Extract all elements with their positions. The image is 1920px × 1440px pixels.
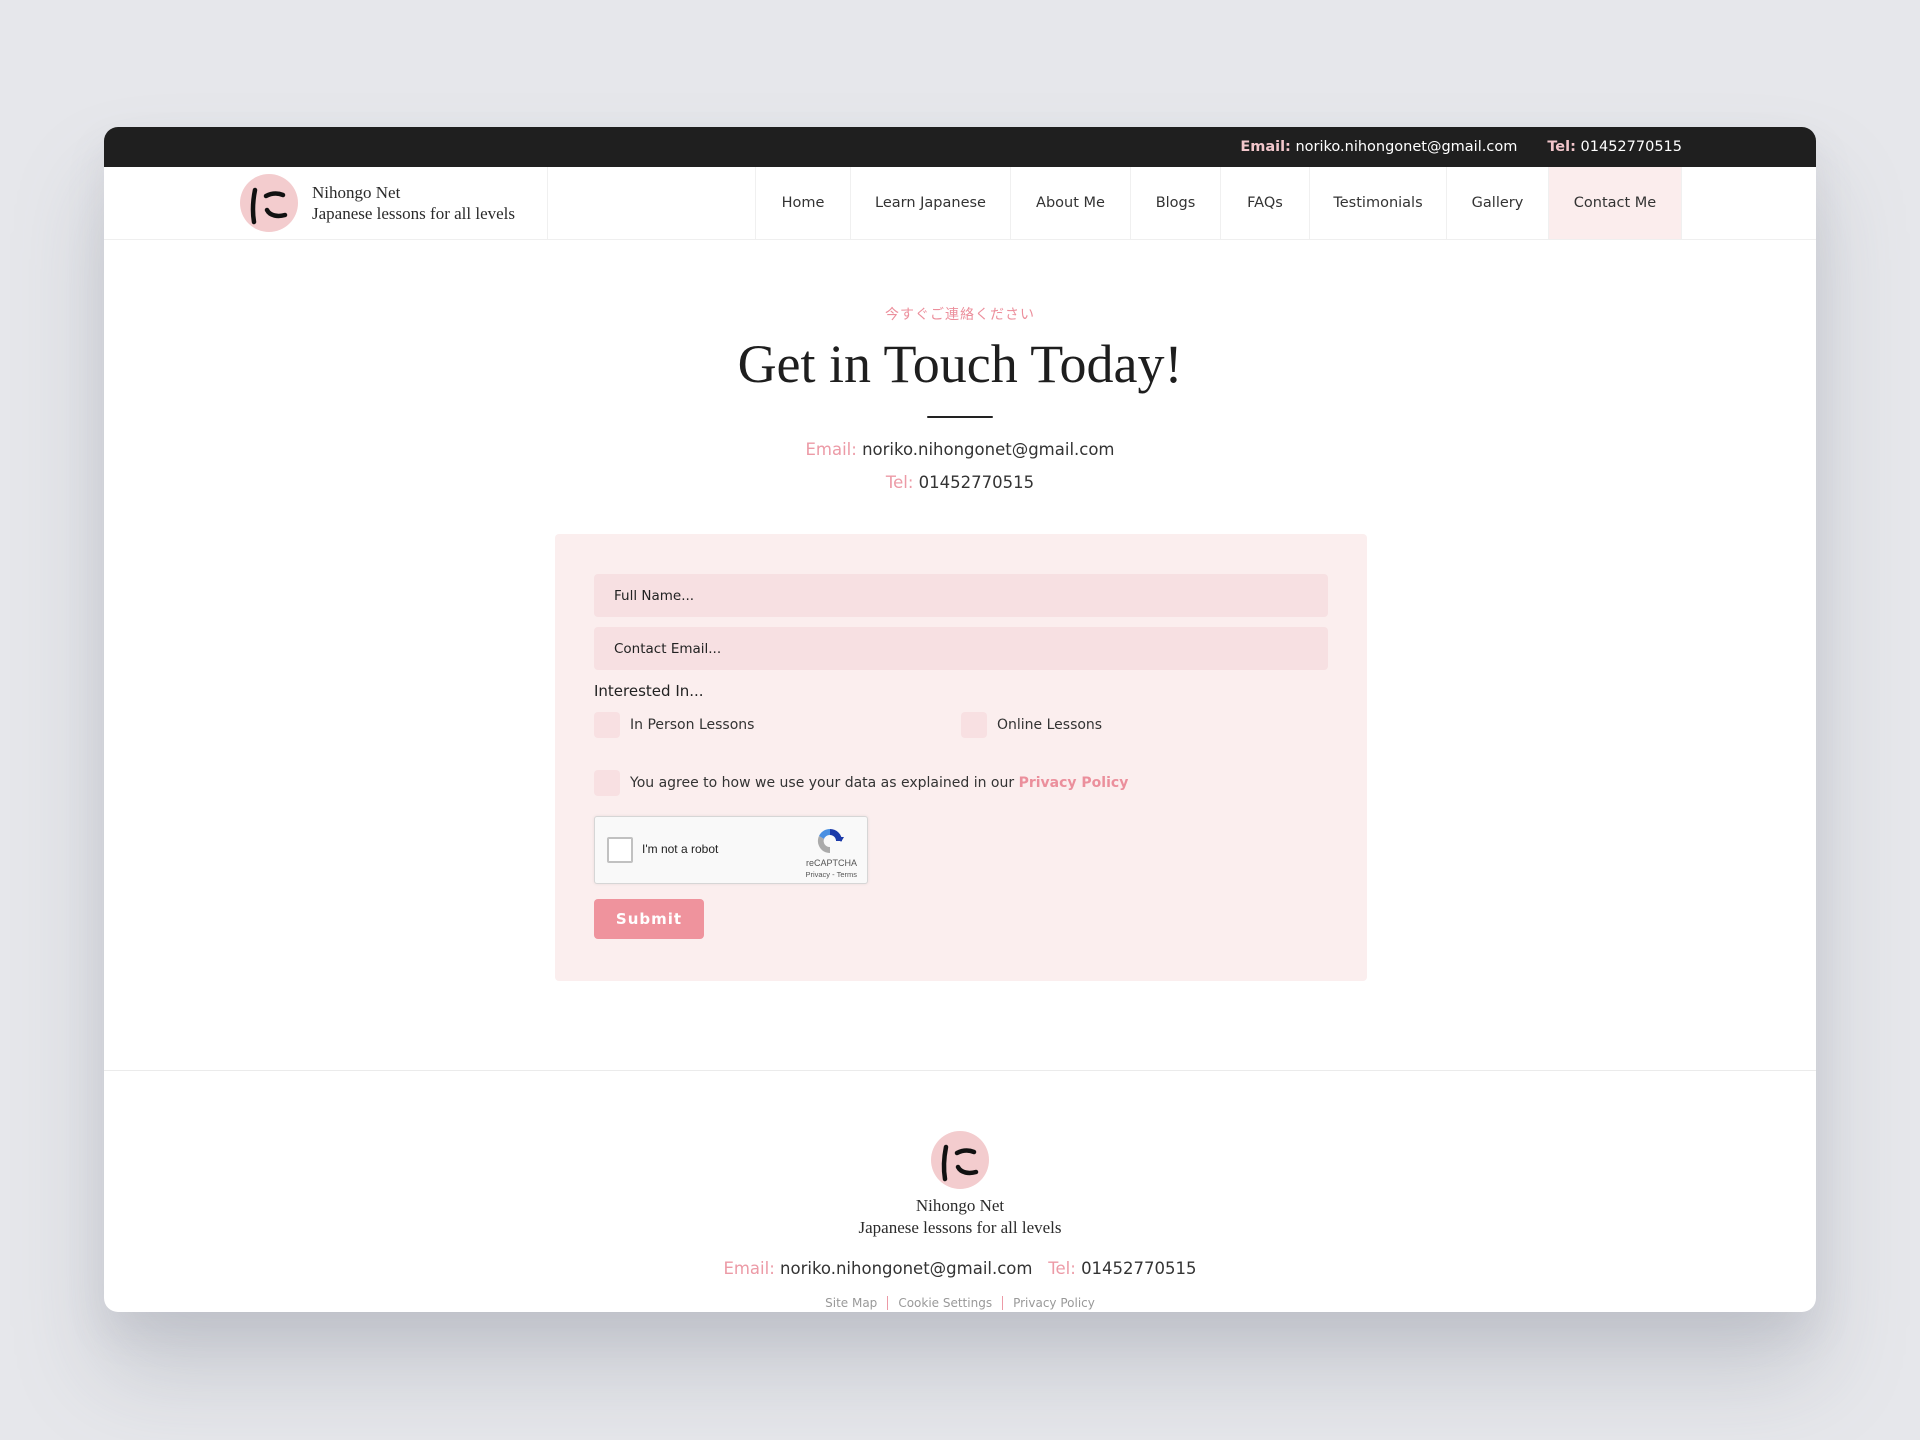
hero-tel-value[interactable]: 01452770515 <box>919 473 1034 492</box>
nav-about-me[interactable]: About Me <box>1010 167 1130 239</box>
topbar-tel-label: Tel: <box>1547 139 1576 155</box>
topbar-tel[interactable]: Tel: 01452770515 <box>1547 139 1682 155</box>
recaptcha-logo-icon <box>817 828 844 854</box>
brand-tagline: Japanese lessons for all levels <box>312 204 515 223</box>
nav-testimonials[interactable]: Testimonials <box>1309 167 1446 239</box>
browser-window: Email: noriko.nihongonet@gmail.com Tel: … <box>104 127 1816 1312</box>
site-footer: Nihongo Net Japanese lessons for all lev… <box>104 1070 1816 1312</box>
recaptcha-checkbox[interactable] <box>607 837 633 863</box>
recaptcha-widget: I'm not a robot reCAPTCHA Privacy - Term… <box>594 816 868 884</box>
hero-tel: Tel: 01452770515 <box>104 473 1816 492</box>
hero-tel-label: Tel: <box>885 473 914 492</box>
footer-link-separator <box>1002 1296 1004 1310</box>
full-name-input[interactable] <box>594 574 1328 617</box>
in-person-lessons-option[interactable]: In Person Lessons <box>594 712 961 738</box>
topbar-email[interactable]: Email: noriko.nihongonet@gmail.com <box>1240 139 1517 155</box>
topbar-email-label: Email: <box>1240 139 1291 155</box>
recaptcha-brand: reCAPTCHA <box>805 858 857 868</box>
footer-logo-ni-icon[interactable] <box>931 1131 989 1189</box>
site-header: Nihongo Net Japanese lessons for all lev… <box>104 167 1816 240</box>
title-divider <box>927 416 993 418</box>
hero-email: Email: noriko.nihongonet@gmail.com <box>104 440 1816 459</box>
footer-link-privacy-policy[interactable]: Privacy Policy <box>1013 1296 1095 1310</box>
top-contact-bar: Email: noriko.nihongonet@gmail.com Tel: … <box>104 127 1816 167</box>
nav-home[interactable]: Home <box>755 167 850 239</box>
footer-link-separator <box>887 1296 889 1310</box>
hero-email-value[interactable]: noriko.nihongonet@gmail.com <box>862 440 1114 459</box>
submit-button[interactable]: Submit <box>594 899 704 939</box>
contact-hero: 今すぐご連絡ください Get in Touch Today! Email: no… <box>104 304 1816 492</box>
nav-blogs[interactable]: Blogs <box>1130 167 1220 239</box>
privacy-policy-link[interactable]: Privacy Policy <box>1019 775 1129 791</box>
topbar-email-value[interactable]: noriko.nihongonet@gmail.com <box>1295 139 1517 155</box>
footer-link-site-map[interactable]: Site Map <box>825 1296 877 1310</box>
footer-contact: Email: noriko.nihongonet@gmail.com Tel: … <box>104 1259 1816 1278</box>
nav-faqs[interactable]: FAQs <box>1220 167 1309 239</box>
footer-email-label: Email: <box>723 1259 775 1278</box>
page-title: Get in Touch Today! <box>737 334 1183 394</box>
brand-logo-link[interactable]: Nihongo Net Japanese lessons for all lev… <box>240 167 548 239</box>
japanese-kicker: 今すぐご連絡ください <box>885 307 1035 323</box>
privacy-consent-checkbox[interactable] <box>594 770 620 796</box>
nav-gallery[interactable]: Gallery <box>1446 167 1548 239</box>
nav-learn-japanese[interactable]: Learn Japanese <box>850 167 1010 239</box>
privacy-consent-text: You agree to how we use your data as exp… <box>630 775 1015 791</box>
footer-tel-label: Tel: <box>1048 1259 1076 1278</box>
logo-ni-icon <box>240 174 298 232</box>
footer-brand-name: Nihongo Net <box>915 1196 1005 1215</box>
interest-options: In Person Lessons Online Lessons <box>594 712 1328 738</box>
in-person-lessons-checkbox[interactable] <box>594 712 620 738</box>
footer-email-value[interactable]: noriko.nihongonet@gmail.com <box>780 1259 1032 1278</box>
nav-contact-me[interactable]: Contact Me <box>1548 167 1682 239</box>
online-lessons-option[interactable]: Online Lessons <box>961 712 1328 738</box>
footer-link-cookie-settings[interactable]: Cookie Settings <box>898 1296 992 1310</box>
footer-links: Site Map Cookie Settings Privacy Policy <box>104 1296 1816 1310</box>
main-nav: Home Learn Japanese About Me Blogs FAQs … <box>755 167 1682 239</box>
privacy-consent: You agree to how we use your data as exp… <box>594 770 1328 796</box>
brand-name: Nihongo Net <box>312 183 401 202</box>
recaptcha-label: I'm not a robot <box>642 842 719 856</box>
hero-email-label: Email: <box>805 440 857 459</box>
online-lessons-checkbox[interactable] <box>961 712 987 738</box>
online-lessons-label: Online Lessons <box>997 717 1103 733</box>
contact-email-input[interactable] <box>594 627 1328 670</box>
topbar-tel-value[interactable]: 01452770515 <box>1581 139 1682 155</box>
interested-in-label: Interested In... <box>594 682 704 700</box>
recaptcha-privacy-terms[interactable]: Privacy - Terms <box>805 870 857 879</box>
in-person-lessons-label: In Person Lessons <box>630 717 755 733</box>
footer-brand-tagline: Japanese lessons for all levels <box>858 1218 1062 1237</box>
footer-tel-value[interactable]: 01452770515 <box>1081 1259 1196 1278</box>
contact-form: Interested In... In Person Lessons Onlin… <box>555 534 1367 981</box>
